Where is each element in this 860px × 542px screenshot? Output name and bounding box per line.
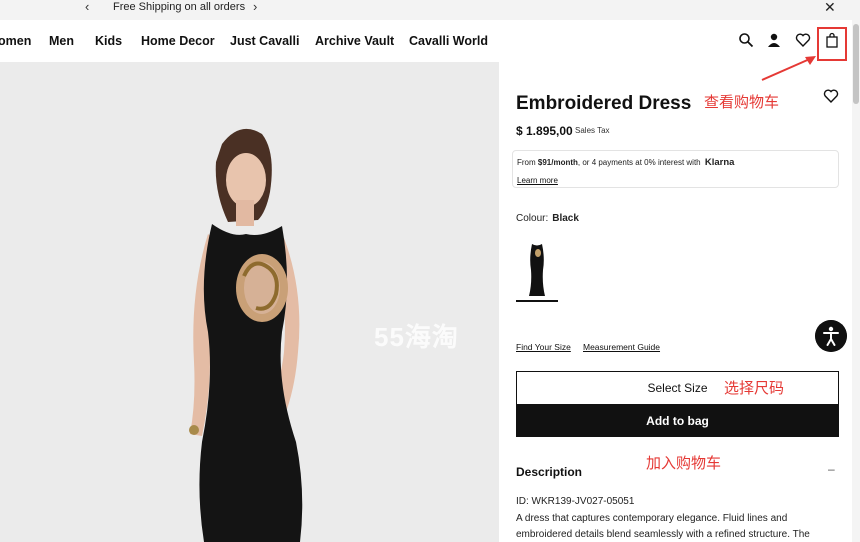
nav-item-men[interactable]: Men — [49, 34, 74, 48]
description-text: A dress that captures contemporary elega… — [516, 513, 810, 540]
search-icon[interactable] — [738, 32, 754, 48]
select-size-button[interactable]: Select Size — [516, 371, 839, 405]
colour-value: Black — [552, 213, 579, 224]
close-icon[interactable]: ✕ — [824, 0, 836, 14]
annotation-view-cart: 查看购物车 — [704, 93, 780, 111]
nav-item-women[interactable]: omen — [0, 34, 31, 48]
nav-item-just-cavalli[interactable]: Just Cavalli — [230, 34, 299, 48]
description-collapse-toggle[interactable]: – — [828, 462, 835, 476]
page-scrollbar[interactable] — [852, 20, 860, 542]
chevron-right-icon[interactable]: › — [253, 0, 257, 14]
colour-swatch-black[interactable] — [516, 238, 558, 298]
klarna-prefix: From — [517, 158, 538, 167]
nav-item-home-decor[interactable]: Home Decor — [141, 34, 215, 48]
learn-more-link[interactable]: Learn more — [517, 176, 558, 185]
model-illustration — [0, 62, 499, 542]
annotation-add-to-cart: 加入购物车 — [646, 454, 722, 472]
add-to-bag-button[interactable]: Add to bag — [516, 405, 839, 437]
account-icon[interactable] — [766, 32, 782, 48]
watermark-text: 55海淘 — [374, 322, 459, 352]
klarna-message: From $91/month, or 4 payments at 0% inte… — [517, 157, 734, 168]
find-your-size-link[interactable]: Find Your Size — [516, 342, 571, 352]
main-nav: omen Men Kids Home Decor Just Cavalli Ar… — [0, 20, 860, 62]
description-heading[interactable]: Description — [516, 465, 582, 479]
annotation-select-size: 选择尺码 — [724, 379, 785, 397]
chevron-left-icon[interactable]: ‹ — [85, 0, 89, 14]
colour-label: Colour: — [516, 213, 549, 224]
nav-item-archive-vault[interactable]: Archive Vault — [315, 34, 394, 48]
nav-item-kids[interactable]: Kids — [95, 34, 122, 48]
announcement-bar: ‹ Free Shipping on all orders › ✕ — [0, 0, 860, 20]
product-image: 55海淘 — [0, 62, 499, 542]
klarna-box: From $91/month, or 4 payments at 0% inte… — [512, 150, 839, 188]
announcement-message: Free Shipping on all orders — [113, 1, 246, 13]
wishlist-icon[interactable] — [795, 32, 811, 48]
scrollbar-thumb[interactable] — [853, 24, 859, 104]
product-price: $ 1.895,00 — [516, 124, 573, 138]
add-to-wishlist-heart-icon[interactable] — [823, 88, 839, 104]
accessibility-icon[interactable] — [815, 320, 847, 352]
klarna-amount: $91/month — [537, 158, 578, 167]
measurement-guide-link[interactable]: Measurement Guide — [583, 342, 660, 352]
nav-item-cavalli-world[interactable]: Cavalli World — [409, 34, 488, 48]
klarna-suffix: , or 4 payments at 0% interest with — [577, 158, 701, 167]
product-title: Embroidered Dress — [516, 93, 692, 114]
klarna-logo: Klarna — [704, 157, 735, 168]
colour-row: Colour: Black — [516, 213, 579, 224]
annotation-arrow — [761, 56, 816, 81]
sales-tax-label: Sales Tax — [575, 126, 610, 135]
swatch-selected-underline — [516, 300, 558, 302]
product-id: ID: WKR139-JV027-05051 — [516, 496, 635, 507]
